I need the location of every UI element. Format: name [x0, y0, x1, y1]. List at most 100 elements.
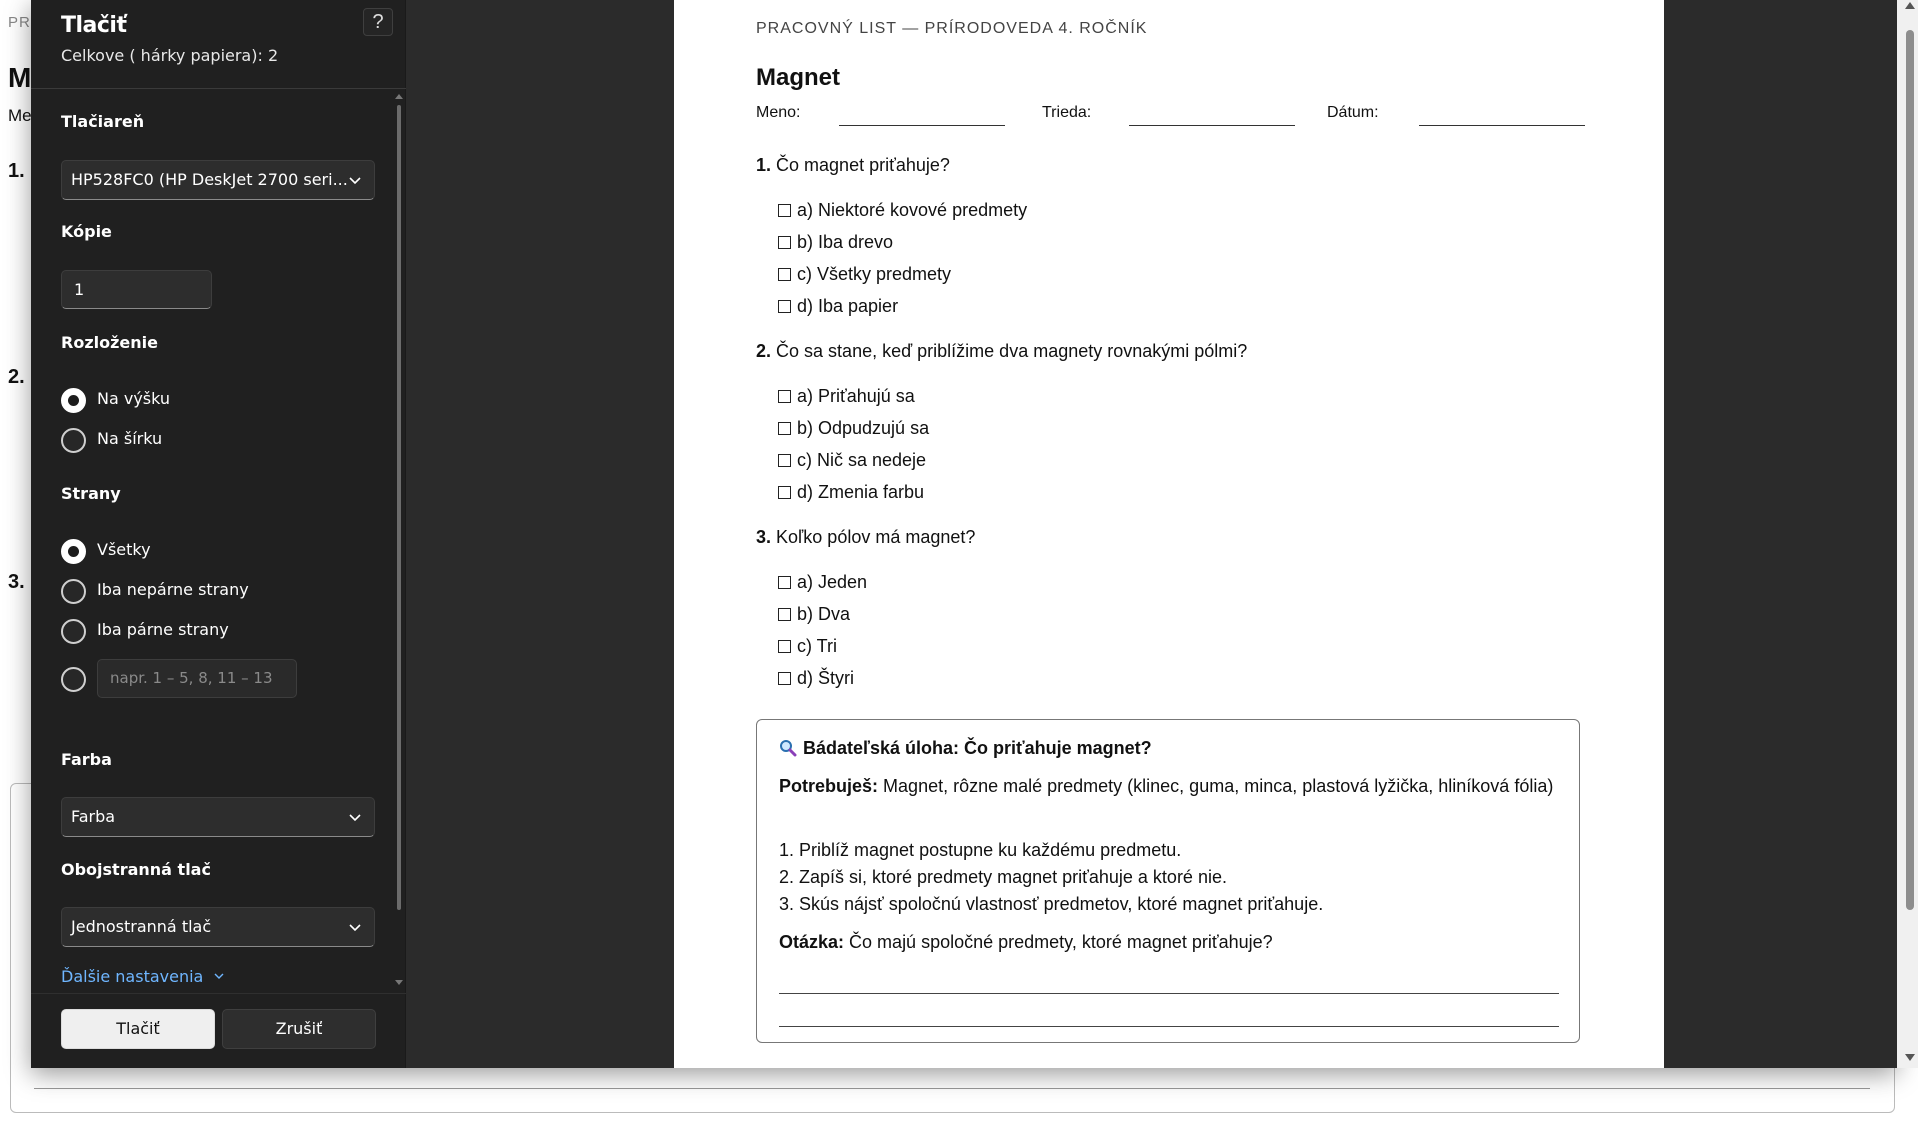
option-text: c) Všetky predmety — [797, 264, 952, 284]
checkbox-icon — [778, 486, 791, 499]
worksheet-title: Magnet — [756, 64, 840, 91]
chevron-down-icon — [349, 924, 361, 932]
option-text: c) Nič sa nedeje — [797, 450, 927, 470]
answer-option: a) Priťahujú sa — [778, 386, 915, 407]
chevron-down-icon — [349, 177, 361, 185]
question-text: Čo sa stane, keď priblížime dva magnety … — [776, 341, 1248, 361]
answer-option: c) Nič sa nedeje — [778, 450, 926, 471]
option-text: a) Priťahujú sa — [797, 386, 915, 406]
bg-sub-fragment: Me — [8, 106, 32, 125]
option-text: a) Niektoré kovové predmety — [797, 200, 1028, 220]
color-select[interactable]: Farba — [61, 797, 375, 837]
answer-line — [779, 1026, 1559, 1027]
question-text: Čo majú spoločné predmety, ktoré magnet … — [849, 932, 1273, 952]
pages-label: Strany — [61, 484, 121, 503]
answer-option: a) Jeden — [778, 572, 867, 593]
task-title: Bádateľská úloha: Čo priťahuje magnet? — [779, 738, 1152, 759]
radio-label: Všetky — [97, 540, 151, 559]
radio-icon — [61, 619, 86, 644]
question-number: 3. — [756, 527, 772, 547]
question: 2. Čo sa stane, keď priblížime dva magne… — [756, 341, 1247, 362]
radio-label: Iba nepárne strany — [97, 580, 249, 599]
option-text: b) Dva — [797, 604, 851, 624]
printer-select[interactable]: HP528FC0 (HP DeskJet 2700 seri... — [61, 160, 375, 200]
print-button[interactable]: Tlačiť — [61, 1009, 215, 1049]
class-field-line — [1129, 125, 1295, 126]
print-settings-panel: Tlačiť ? Celkove ( hárky papiera): 2 Tla… — [31, 0, 406, 1068]
print-preview-page: PRACOVNÝ LIST — PRÍRODOVEDA 4. ROČNÍK Ma… — [674, 0, 1664, 1068]
bg-header-fragment: PR — [8, 14, 31, 31]
color-label: Farba — [61, 750, 112, 769]
checkbox-icon — [778, 236, 791, 249]
option-text: a) Jeden — [797, 572, 868, 592]
answer-option: d) Iba papier — [778, 296, 898, 317]
radio-selected-icon — [61, 388, 86, 413]
radio-icon — [61, 428, 86, 453]
needs-text: Magnet, rôzne malé predmety (klinec, gum… — [883, 776, 1554, 796]
scroll-up-arrow[interactable] — [395, 94, 403, 99]
radio-label: Na šírku — [97, 429, 163, 448]
more-settings-label: Ďalšie nastavenia — [61, 967, 204, 986]
bg-question-number: 3. — [8, 571, 25, 593]
question: 1. Čo magnet priťahuje? — [756, 155, 950, 176]
radio-icon — [61, 667, 86, 692]
magnifier-icon — [780, 740, 797, 757]
duplex-select-value: Jednostranná tlač — [71, 917, 212, 936]
bg-divider — [34, 1088, 1870, 1089]
bg-question-number: 1. — [8, 160, 25, 182]
page-scroll-down-arrow[interactable] — [1905, 1054, 1915, 1061]
more-settings-link[interactable]: Ďalšie nastavenia — [61, 967, 224, 986]
copies-input[interactable]: 1 — [61, 270, 212, 309]
answer-option: b) Iba drevo — [778, 232, 893, 253]
question-number: 2. — [756, 341, 772, 361]
name-field-line — [839, 125, 1005, 126]
answer-option: b) Dva — [778, 604, 850, 625]
question-number: 1. — [756, 155, 772, 175]
task-needs: Potrebuješ: Magnet, rôzne malé predmety … — [779, 772, 1569, 800]
print-dialog: Tlačiť ? Celkove ( hárky papiera): 2 Tla… — [31, 0, 1918, 1068]
color-select-value: Farba — [71, 807, 116, 826]
bg-question-number: 2. — [8, 366, 25, 388]
sheet-count: Celkove ( hárky papiera): 2 — [61, 46, 279, 65]
task-title-text: Bádateľská úloha: Čo priťahuje magnet? — [803, 738, 1152, 758]
research-task-box: Bádateľská úloha: Čo priťahuje magnet? P… — [756, 719, 1580, 1043]
radio-label: Na výšku — [97, 389, 171, 408]
task-step: 1. Priblíž magnet postupne ku každému pr… — [779, 840, 1182, 860]
chevron-down-icon — [214, 973, 224, 979]
worksheet-header: PRACOVNÝ LIST — PRÍRODOVEDA 4. ROČNÍK — [756, 20, 1148, 37]
task-question: Otázka: Čo majú spoločné predmety, ktoré… — [779, 932, 1273, 953]
duplex-label: Obojstranná tlač — [61, 860, 211, 879]
copies-label: Kópie — [61, 222, 112, 241]
checkbox-icon — [778, 672, 791, 685]
question-label: Otázka: — [779, 932, 845, 952]
checkbox-icon — [778, 640, 791, 653]
page-scrollbar[interactable] — [1906, 30, 1914, 910]
task-step: 3. Skús nájsť spoločnú vlastnosť predmet… — [779, 894, 1324, 914]
checkbox-icon — [778, 422, 791, 435]
divider — [31, 88, 406, 89]
settings-scrollbar[interactable] — [397, 105, 401, 910]
answer-option: d) Štyri — [778, 668, 854, 689]
radio-icon — [61, 579, 86, 604]
page-scroll-up-arrow[interactable] — [1905, 2, 1915, 9]
radio-label: Iba párne strany — [97, 620, 229, 639]
divider — [31, 993, 406, 994]
checkbox-icon — [778, 300, 791, 313]
dialog-title: Tlačiť — [61, 13, 127, 38]
chevron-down-icon — [349, 814, 361, 822]
name-field-label: Meno: — [756, 104, 801, 121]
option-text: d) Štyri — [797, 668, 855, 688]
printer-select-value: HP528FC0 (HP DeskJet 2700 seri... — [71, 170, 348, 189]
scroll-down-arrow[interactable] — [395, 980, 403, 985]
checkbox-icon — [778, 608, 791, 621]
option-text: d) Iba papier — [797, 296, 899, 316]
help-button[interactable]: ? — [363, 8, 393, 36]
option-text: b) Odpudzujú sa — [797, 418, 930, 438]
page-range-input[interactable]: napr. 1 – 5, 8, 11 – 13 — [97, 659, 297, 698]
cancel-button[interactable]: Zrušiť — [222, 1009, 376, 1049]
answer-option: a) Niektoré kovové predmety — [778, 200, 1027, 221]
answer-option: d) Zmenia farbu — [778, 482, 924, 503]
duplex-select[interactable]: Jednostranná tlač — [61, 907, 375, 947]
answer-option: b) Odpudzujú sa — [778, 418, 929, 439]
task-step: 2. Zapíš si, ktoré predmety magnet priťa… — [779, 867, 1227, 887]
